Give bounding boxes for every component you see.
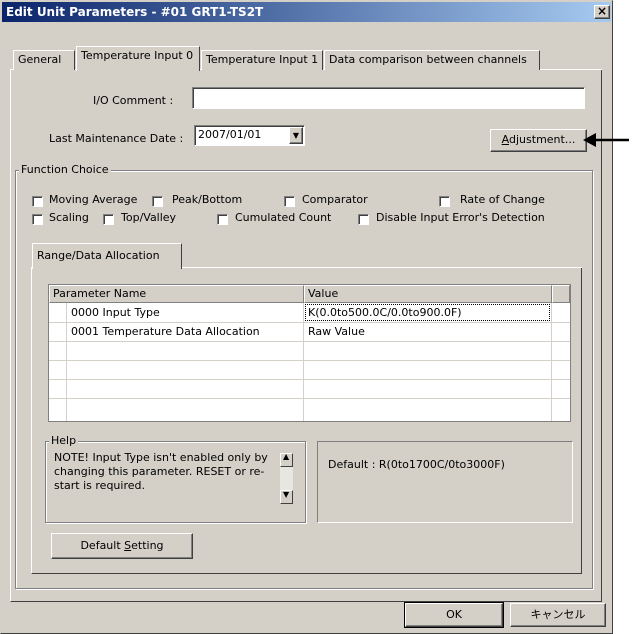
ok-button-label: OK (446, 608, 462, 621)
annotation-arrow-icon (583, 133, 629, 147)
peak-bottom-label: Peak/Bottom (172, 193, 243, 206)
tab-temperature-input-0-label: Temperature Input 0 (81, 49, 194, 62)
grid-row-line (49, 379, 570, 380)
title-bar[interactable]: Edit Unit Parameters - #01 GRT1-TS2T (2, 2, 611, 22)
top-valley-label: Top/Valley (121, 211, 177, 224)
column-header-value[interactable]: Value (304, 285, 552, 303)
comparator-label: Comparator (302, 193, 368, 206)
help-scroll-track[interactable] (280, 467, 293, 490)
maintenance-date-dropdown-button[interactable]: ▼ (289, 127, 303, 144)
grid-row-line (49, 341, 570, 342)
checkbox-comparator[interactable] (284, 196, 295, 207)
parameter-name-cell: 0001 Temperature Data Allocation (71, 325, 260, 338)
moving-average-label: Moving Average (49, 193, 138, 206)
io-comment-input[interactable] (192, 87, 585, 109)
parameter-value-cell: Raw Value (308, 325, 365, 338)
table-row[interactable]: 0001 Temperature Data Allocation (67, 322, 303, 341)
table-row-value[interactable]: K(0.0to500.0C/0.0to900.0F) (304, 303, 551, 322)
chevron-down-icon: ▼ (292, 131, 300, 140)
column-header-extra (552, 285, 570, 303)
checkbox-disable-input-error-detection[interactable] (358, 214, 369, 225)
grid-row-line (49, 360, 570, 361)
help-scroll-up-button[interactable]: ▲ (280, 452, 293, 467)
checkbox-cumulated-count[interactable] (217, 214, 228, 225)
parameter-value-cell: K(0.0to500.0C/0.0to900.0F) (308, 306, 462, 319)
table-row[interactable]: 0000 Input Type (67, 303, 303, 322)
cancel-button-label: キャンセル (530, 608, 586, 621)
parameter-grid[interactable]: Parameter Name Value 0000 Input Type K(0… (48, 284, 571, 422)
io-comment-label: I/O Comment : (93, 94, 174, 107)
cancel-button[interactable]: キャンセル (510, 603, 606, 627)
edit-unit-parameters-dialog: Edit Unit Parameters - #01 GRT1-TS2T × G… (0, 0, 613, 634)
default-setting-label-pre: Default (80, 539, 125, 552)
disable-input-error-detection-label: Disable Input Error's Detection (376, 211, 545, 224)
ok-button[interactable]: OK (405, 603, 503, 627)
default-value-box: Default : R(0to1700C/0to3000F) (317, 441, 573, 523)
tab-temperature-input-0[interactable]: Temperature Input 0 (76, 46, 200, 71)
tab-data-comparison-label: Data comparison between channels (329, 53, 527, 66)
checkbox-moving-average[interactable] (32, 196, 43, 207)
tab-temperature-input-1[interactable]: Temperature Input 1 (201, 50, 323, 70)
function-choice-title: Function Choice (19, 163, 111, 176)
maintenance-date-value: 2007/01/01 (198, 128, 262, 141)
cumulated-count-label: Cumulated Count (235, 211, 332, 224)
adjustment-label-post: djustment... (509, 133, 576, 146)
checkbox-rate-of-change[interactable] (439, 196, 450, 207)
rate-of-change-label: Rate of Change (460, 193, 545, 206)
default-setting-label-post: etting (131, 539, 164, 552)
column-header-parameter-name[interactable]: Parameter Name (49, 285, 304, 303)
close-button[interactable]: × (594, 5, 610, 19)
help-title: Help (49, 434, 79, 447)
scaling-label: Scaling (49, 211, 89, 224)
tab-range-data-allocation[interactable]: Range/Data Allocation (32, 243, 182, 269)
help-scroll-down-button[interactable]: ▼ (280, 490, 293, 504)
checkbox-peak-bottom[interactable] (152, 196, 163, 207)
grid-row-line (49, 398, 570, 399)
default-value-text: Default : R(0to1700C/0to3000F) (328, 458, 505, 471)
tab-general-label: General (18, 53, 62, 66)
checkbox-top-valley[interactable] (103, 214, 114, 225)
chevron-up-icon: ▲ (283, 452, 290, 461)
tab-general[interactable]: General (13, 50, 75, 70)
parameter-name-cell: 0000 Input Type (71, 306, 160, 319)
default-setting-button[interactable]: Default Setting (51, 533, 193, 559)
help-text: NOTE! Input Type isn't enabled only by c… (54, 451, 268, 492)
close-icon: × (596, 4, 608, 18)
window-title: Edit Unit Parameters - #01 GRT1-TS2T (6, 5, 264, 19)
adjustment-button[interactable]: Adjustment... (490, 129, 587, 152)
checkbox-scaling[interactable] (32, 214, 43, 225)
tab-data-comparison[interactable]: Data comparison between channels (324, 50, 540, 70)
tab-range-data-allocation-label: Range/Data Allocation (37, 249, 160, 262)
table-row-value[interactable]: Raw Value (304, 322, 551, 341)
grid-col-line (551, 303, 552, 421)
tab-temperature-input-1-label: Temperature Input 1 (206, 53, 319, 66)
maintenance-date-label: Last Maintenance Date : (49, 132, 184, 145)
chevron-down-icon: ▼ (283, 490, 290, 499)
adjustment-label-key: A (501, 133, 510, 146)
